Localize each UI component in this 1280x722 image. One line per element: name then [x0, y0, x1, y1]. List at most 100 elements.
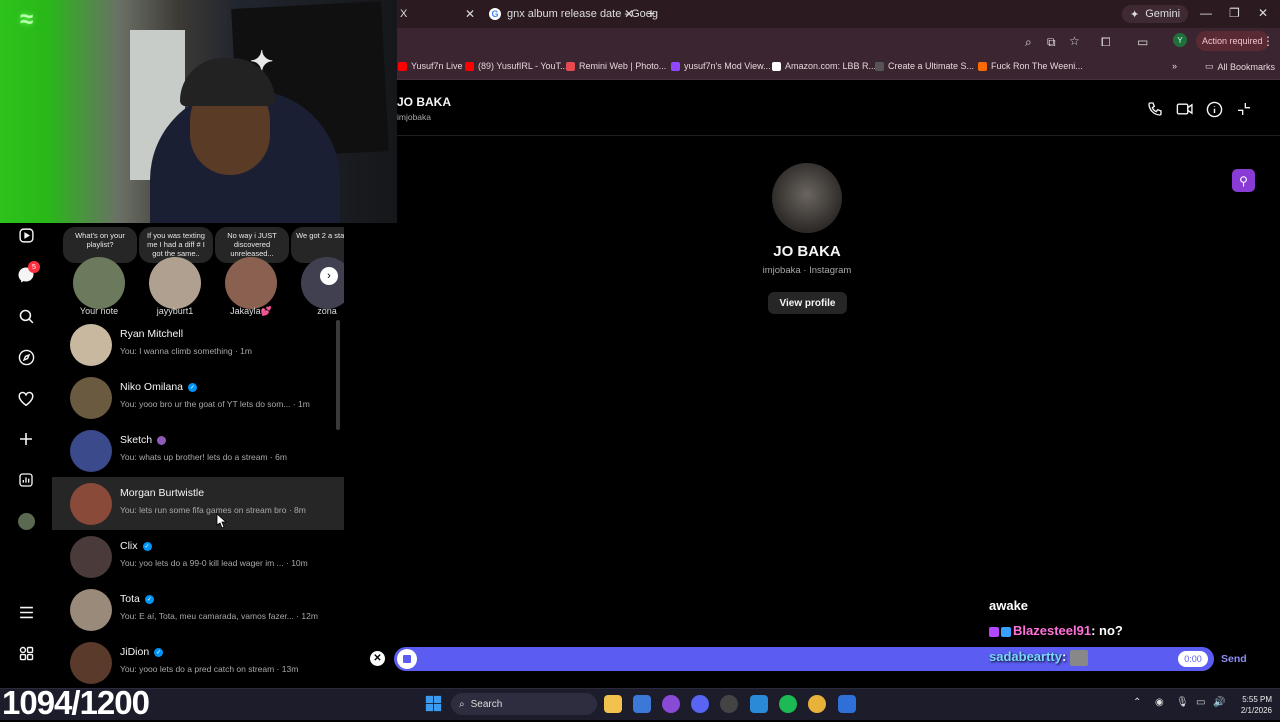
store-icon[interactable]	[633, 695, 651, 713]
mouse-cursor-icon	[215, 513, 228, 534]
bookmark-item[interactable]: Yusuf7n Live	[398, 61, 463, 71]
taskbar-clock[interactable]: 5:55 PM 2/1/2026	[1230, 694, 1272, 716]
chat-avatar	[70, 430, 112, 472]
network-icon[interactable]: ▭	[1196, 697, 1205, 708]
stop-recording-button[interactable]	[397, 649, 417, 669]
file-explorer-icon[interactable]	[604, 695, 622, 713]
chat-avatar	[70, 483, 112, 525]
conversation-title[interactable]: JO BAKA	[397, 95, 451, 109]
chat-preview: You: I wanna climb something · 1m	[120, 346, 252, 356]
chat-avatar	[70, 324, 112, 366]
microphone-icon[interactable]: 🎙	[1176, 697, 1189, 708]
info-icon[interactable]	[1204, 99, 1224, 119]
create-icon[interactable]	[14, 427, 38, 451]
conversation-handle: imjobaka	[397, 112, 432, 122]
heart-icon[interactable]	[14, 386, 38, 410]
notepad-icon[interactable]	[838, 695, 856, 713]
minimize-icon[interactable]: —	[1200, 6, 1212, 20]
dashboard-icon[interactable]	[14, 468, 38, 492]
note-avatar[interactable]	[73, 257, 125, 309]
bookmark-item[interactable]: yusuf7n's Mod View...	[671, 61, 771, 71]
chat-preview: You: yooo lets do a pred catch on stream…	[120, 664, 299, 674]
notification-badge: 5	[28, 261, 40, 273]
taskbar-search[interactable]: ⌕ Search	[451, 693, 597, 715]
chat-row[interactable]: Niko Omilana ✓ You: yooo bro ur the goat …	[52, 371, 344, 424]
chat-row[interactable]: Morgan Burtwistle You: lets run some fif…	[52, 477, 344, 530]
note-name: jayyburt1	[156, 306, 194, 316]
app-tray-icon[interactable]: ◉	[1155, 697, 1164, 708]
gemini-button[interactable]: ✦ Gemini	[1122, 5, 1189, 23]
zoom-icon[interactable]: ⌕	[1025, 35, 1032, 50]
view-profile-button[interactable]: View profile	[768, 292, 847, 314]
chat-name: Sketch	[120, 434, 167, 446]
close-tab-icon[interactable]: ✕	[465, 7, 475, 21]
split-view-icon[interactable]: ▭	[1137, 35, 1148, 49]
chat-row[interactable]: Ryan Mitchell You: I wanna climb somethi…	[52, 318, 344, 371]
discord-icon[interactable]	[691, 695, 709, 713]
chat-row[interactable]: JiDion ✓ You: yooo lets do a pred catch o…	[52, 636, 344, 688]
chat-row[interactable]: Sketch You: whats up brother! lets do a …	[52, 424, 344, 477]
chat-row[interactable]: Tota ✓ You: E aí, Tota, meu camarada, vam…	[52, 583, 344, 636]
bookmark-item[interactable]: Create a Ultimate S...	[875, 61, 974, 71]
chat-avatar	[70, 589, 112, 631]
extension-search-icon[interactable]: ⚲	[1232, 169, 1255, 192]
profile-name: JO BAKA	[773, 243, 841, 260]
chat-avatar	[70, 377, 112, 419]
profile-avatar[interactable]: Y	[1173, 33, 1187, 47]
apps-icon[interactable]	[14, 641, 38, 665]
chevron-right-icon[interactable]: ›	[320, 267, 338, 285]
volume-icon[interactable]: 🔊	[1213, 697, 1225, 708]
extensions-icon[interactable]: ⧠	[1101, 35, 1111, 50]
bookmark-item[interactable]: (89) YusufIRL - YouT...	[465, 61, 568, 71]
remini-icon	[566, 61, 575, 71]
all-bookmarks-button[interactable]: ▭ All Bookmarks	[1205, 61, 1275, 72]
close-window-icon[interactable]: ✕	[1258, 6, 1268, 20]
chat-name: Clix ✓	[120, 540, 152, 552]
menu-icon[interactable]	[14, 600, 38, 624]
install-icon[interactable]: ⧉	[1047, 35, 1056, 50]
chat-name: Tota ✓	[120, 593, 154, 605]
app-icon[interactable]	[662, 695, 680, 713]
note-avatar[interactable]	[149, 257, 201, 309]
badge-icon	[989, 626, 999, 637]
note-avatar[interactable]	[225, 257, 277, 309]
bookmark-item[interactable]: Remini Web | Photo...	[566, 61, 666, 71]
obs-icon[interactable]	[720, 695, 738, 713]
note-name: Jakayla💕	[230, 306, 272, 316]
reels-icon[interactable]	[14, 223, 38, 247]
explore-icon[interactable]	[14, 345, 38, 369]
search-icon[interactable]	[14, 304, 38, 328]
follower-goal-counter: 1094/1200	[2, 684, 150, 721]
amazon-icon	[772, 61, 781, 71]
new-tab-button[interactable]: +	[647, 5, 655, 21]
video-call-icon[interactable]	[1175, 99, 1195, 119]
spotify-icon[interactable]	[779, 695, 797, 713]
collapse-icon[interactable]	[1234, 99, 1254, 119]
phone-icon[interactable]	[1145, 99, 1165, 119]
neon-sign: ≈	[20, 6, 34, 33]
bookmark-star-icon[interactable]: ☆	[1069, 34, 1080, 48]
cancel-recording-button[interactable]: ✕	[370, 651, 385, 666]
windows-start-icon[interactable]	[425, 695, 442, 717]
tray-expand-icon[interactable]: ⌃	[1133, 697, 1141, 708]
app-icon[interactable]	[750, 695, 768, 713]
chrome-icon[interactable]	[808, 695, 826, 713]
profile-avatar[interactable]	[14, 509, 38, 533]
chat-list-scrollbar[interactable]	[336, 320, 340, 430]
chat-name: Ryan Mitchell	[120, 328, 184, 340]
send-button[interactable]: Send	[1221, 653, 1247, 665]
action-required-button[interactable]: Action required	[1196, 31, 1269, 51]
chat-row[interactable]: Clix ✓ You: yoo lets do a 99-0 kill lead …	[52, 530, 344, 583]
youtube-icon	[398, 61, 407, 71]
stream-chat-message: Blazesteel91: no?	[989, 623, 1123, 638]
chat-preview: You: yoo lets do a 99-0 kill lead wager …	[120, 558, 308, 568]
bookmark-item[interactable]: Fuck Ron The Weeni...	[978, 61, 1083, 71]
menu-icon[interactable]: ⋮	[1262, 34, 1274, 48]
tab-x[interactable]: X	[400, 4, 407, 24]
profile-avatar[interactable]	[772, 163, 842, 233]
more-bookmarks-icon[interactable]: »	[1172, 61, 1177, 71]
verified-icon: ✓	[188, 382, 198, 392]
bookmark-item[interactable]: Amazon.com: LBB R...	[772, 61, 876, 71]
maximize-icon[interactable]: ❐	[1229, 6, 1240, 20]
close-tab-icon[interactable]: ✕	[624, 7, 634, 21]
